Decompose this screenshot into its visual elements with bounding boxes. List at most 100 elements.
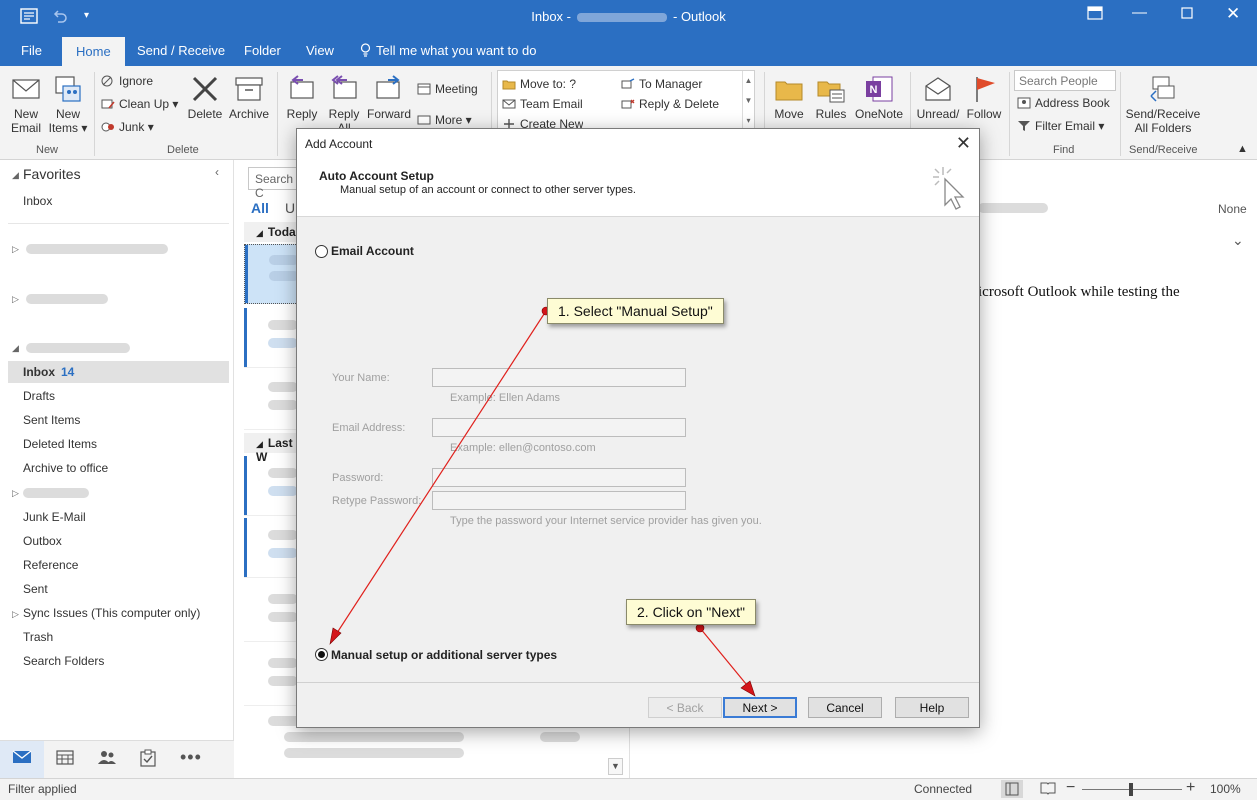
tab-folder[interactable]: Folder <box>244 43 281 58</box>
archive-button[interactable]: Archive <box>227 74 271 121</box>
folder-sent[interactable]: Sent <box>23 582 48 596</box>
blurred-account-3[interactable] <box>26 343 130 353</box>
tab-file[interactable]: File <box>21 43 42 58</box>
collapse-pane-icon[interactable]: ‹ <box>215 165 219 179</box>
expand-header-icon[interactable]: ⌄ <box>1232 232 1244 249</box>
folder-outbox[interactable]: Outbox <box>23 534 62 548</box>
password-input[interactable] <box>432 468 686 487</box>
collapse-ribbon-icon[interactable]: ▲ <box>1237 142 1248 156</box>
calendar-icon[interactable] <box>56 749 80 771</box>
meeting-button[interactable]: Meeting <box>417 82 478 96</box>
clean-up-button[interactable]: Clean Up ▾ <box>101 97 178 111</box>
new-items-button[interactable]: New Items ▾ <box>48 74 88 135</box>
next-button[interactable]: Next > <box>723 697 797 718</box>
expand-favorites-icon[interactable]: ◢ <box>12 170 19 181</box>
address-book-button[interactable]: Address Book <box>1017 96 1110 110</box>
email-address-hint: Example: ellen@contoso.com <box>450 442 596 454</box>
forward-button[interactable]: Forward <box>366 74 412 121</box>
filter-all[interactable]: All <box>251 200 269 216</box>
your-name-input[interactable] <box>432 368 686 387</box>
unread-read-button[interactable]: Unread/ <box>914 74 962 121</box>
reply-delete-quick-step[interactable]: Reply & Delete <box>621 97 719 111</box>
blurred-account-1[interactable] <box>26 244 168 254</box>
ribbon-display-options-icon[interactable] <box>1087 6 1103 24</box>
folder-reference[interactable]: Reference <box>23 558 78 572</box>
reply-button[interactable]: Reply <box>284 74 320 121</box>
ignore-button[interactable]: Ignore <box>101 74 153 88</box>
group-label-find: Find <box>1053 144 1075 156</box>
onenote-button[interactable]: N OneNote <box>853 74 905 121</box>
new-email-button[interactable]: New Email <box>6 74 46 135</box>
folder-junk-email[interactable]: Junk E-Mail <box>23 510 86 524</box>
email-account-label[interactable]: Email Account <box>331 244 414 258</box>
mail-icon[interactable] <box>12 749 36 771</box>
more-apps-icon[interactable]: ••• <box>180 747 204 769</box>
delete-button[interactable]: Delete <box>186 74 224 121</box>
filter-email-button[interactable]: Filter Email ▾ <box>1017 119 1104 133</box>
help-button[interactable]: Help <box>895 697 969 718</box>
tab-home[interactable]: Home <box>62 37 125 66</box>
filter-unread[interactable]: U <box>285 200 295 216</box>
move-button[interactable]: Move <box>770 74 808 121</box>
back-button[interactable]: < Back <box>648 697 722 718</box>
send-receive-all-button[interactable]: Send/Receive All Folders <box>1124 74 1202 135</box>
more-button[interactable]: More ▾ <box>417 113 472 127</box>
tab-send-receive[interactable]: Send / Receive <box>137 43 225 58</box>
tell-me-search[interactable]: Tell me what you want to do <box>360 43 536 58</box>
email-account-radio[interactable] <box>315 245 328 258</box>
reply-icon <box>290 75 314 99</box>
close-window-icon[interactable]: ✕ <box>1226 4 1240 24</box>
reading-view-icon[interactable] <box>1040 781 1056 798</box>
dialog-close-icon[interactable]: ✕ <box>956 133 971 154</box>
expand-account-icon[interactable]: ▷ <box>12 244 19 255</box>
move-to-quick-step[interactable]: Move to: ? <box>502 77 576 91</box>
tasks-icon[interactable] <box>140 749 164 771</box>
expand-account-icon[interactable]: ▷ <box>12 294 19 305</box>
collapse-account-icon[interactable]: ◢ <box>12 343 19 354</box>
junk-button[interactable]: Junk ▾ <box>101 120 154 134</box>
reply-all-button[interactable]: Reply All <box>324 74 364 135</box>
favorite-inbox[interactable]: Inbox <box>23 194 52 208</box>
blurred-subject <box>268 486 298 496</box>
maximize-icon[interactable] <box>1181 6 1193 23</box>
quick-steps-scroll[interactable]: ▲ ▼ ▾ <box>742 71 754 131</box>
folder-sent-items[interactable]: Sent Items <box>23 413 80 427</box>
folder-deleted-items[interactable]: Deleted Items <box>23 437 97 451</box>
folder-trash[interactable]: Trash <box>23 630 53 644</box>
blurred-account-2[interactable] <box>26 294 108 304</box>
normal-view-icon[interactable] <box>1001 780 1023 798</box>
favorites-header[interactable]: Favorites <box>23 166 81 182</box>
email-address-label: Email Address: <box>332 422 406 434</box>
zoom-out-icon[interactable]: − <box>1066 779 1075 797</box>
folder-search-folders[interactable]: Search Folders <box>23 654 104 668</box>
zoom-level[interactable]: 100% <box>1210 782 1241 796</box>
group-header-today[interactable]: ◢ Toda <box>244 222 304 242</box>
retype-password-input[interactable] <box>432 491 686 510</box>
blurred-date <box>540 732 580 742</box>
cancel-button[interactable]: Cancel <box>808 697 882 718</box>
folder-sync-issues[interactable]: Sync Issues (This computer only) <box>23 606 200 620</box>
header-title: Auto Account Setup <box>319 169 434 183</box>
people-icon[interactable] <box>97 749 121 771</box>
expand-folder-icon[interactable]: ▷ <box>12 609 19 620</box>
title-bar: ▾ Inbox -- Outlook — ✕ <box>0 0 1257 34</box>
team-email-quick-step[interactable]: Team Email <box>502 97 583 111</box>
manual-setup-radio[interactable] <box>315 648 328 661</box>
email-address-input[interactable] <box>432 418 686 437</box>
minimize-icon[interactable]: — <box>1132 4 1147 21</box>
zoom-in-icon[interactable]: + <box>1186 779 1195 797</box>
follow-up-button[interactable]: Follow <box>962 74 1006 121</box>
group-header-last-week[interactable]: ◢ Last W <box>244 433 304 464</box>
to-manager-quick-step[interactable]: To Manager <box>621 77 702 91</box>
folder-inbox[interactable]: Inbox 14 <box>8 361 229 383</box>
search-people-input[interactable]: Search People <box>1014 70 1116 91</box>
folder-drafts[interactable]: Drafts <box>23 389 55 403</box>
zoom-slider-thumb[interactable] <box>1129 783 1133 796</box>
tab-view[interactable]: View <box>306 43 334 58</box>
expand-folder-icon[interactable]: ▷ <box>12 488 19 499</box>
folder-archive-to-office[interactable]: Archive to office <box>23 461 108 475</box>
blurred-folder[interactable] <box>23 488 89 498</box>
scroll-down-arrow[interactable]: ▼ <box>608 758 623 775</box>
manual-setup-label[interactable]: Manual setup or additional server types <box>331 648 557 662</box>
rules-button[interactable]: Rules <box>812 74 850 121</box>
